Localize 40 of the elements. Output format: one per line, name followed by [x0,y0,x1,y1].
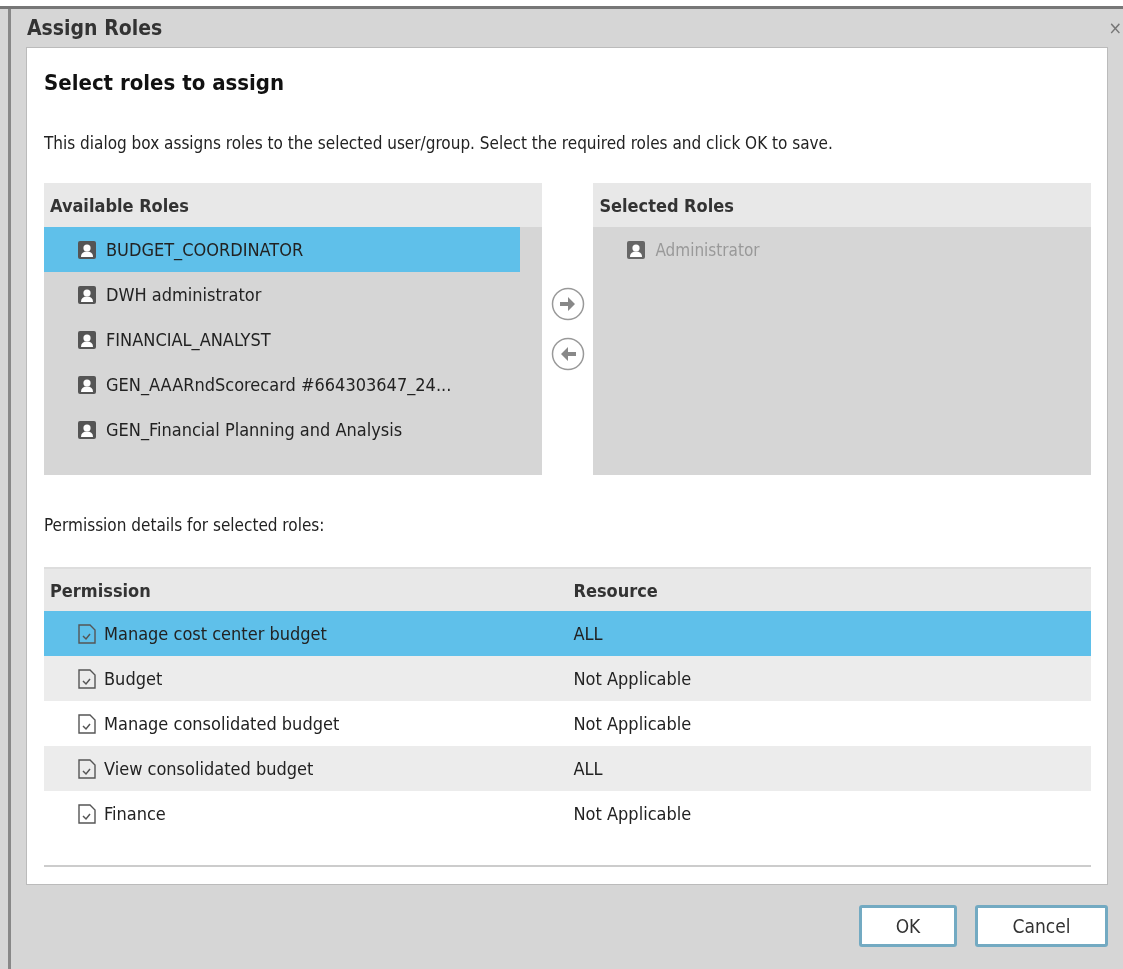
list-header: Selected Roles [593,183,1091,227]
permission-row[interactable]: Manage consolidated budget Not Applicable [44,701,1091,746]
table-cell: Budget [104,668,163,689]
table-cell-text: Not Applicable [572,668,692,689]
user-icon [78,375,96,394]
table-cell: View consolidated budget [104,758,314,779]
table-cell-text: Not Applicable [572,803,692,824]
column-header: Resource [567,568,1091,611]
user-icon [78,420,96,439]
role-item[interactable]: DWH administrator [44,272,520,317]
role-item[interactable]: BUDGET_COORDINATOR [44,227,520,272]
table-cell: Manage consolidated budget [104,713,340,734]
document-check-icon [78,668,96,689]
table-cell-text: ALL [572,758,603,779]
role-item[interactable]: GEN_Financial Planning and Analysis [44,407,520,452]
permissions-label: Permission details for selected roles: [44,515,326,535]
ok-button[interactable]: OK [859,905,957,947]
description-text: This dialog box assigns roles to the selected user/group. Select the required roles and click OK to save. [44,133,834,153]
document-check-icon [78,713,96,734]
document-check-icon [78,803,96,824]
cancel-button[interactable]: Cancel [975,905,1108,947]
column-header: Permission [44,568,568,611]
user-icon [627,240,646,259]
user-icon [78,240,96,259]
table-cell-text: ALL [572,623,603,644]
role-item[interactable]: FINANCIAL_ANALYST [44,317,520,362]
list-header: Available Roles [44,183,542,227]
section-heading: Select roles to assign [44,70,286,95]
role-item[interactable]: GEN_AAARndScorecard #664303647_24... [44,362,520,407]
dialog-title: Assign Roles [27,16,163,40]
right-arrow-button[interactable] [550,287,585,321]
left-arrow-button[interactable] [550,337,585,371]
permission-row[interactable]: Finance Not Applicable [44,791,1091,836]
user-icon [78,330,96,349]
table-cell: Manage cost center budget [104,623,327,644]
table-cell: Finance [104,803,166,824]
user-icon [78,285,96,304]
document-check-icon [78,623,96,644]
document-check-icon [78,758,96,779]
table-cell-text: Not Applicable [572,713,692,734]
